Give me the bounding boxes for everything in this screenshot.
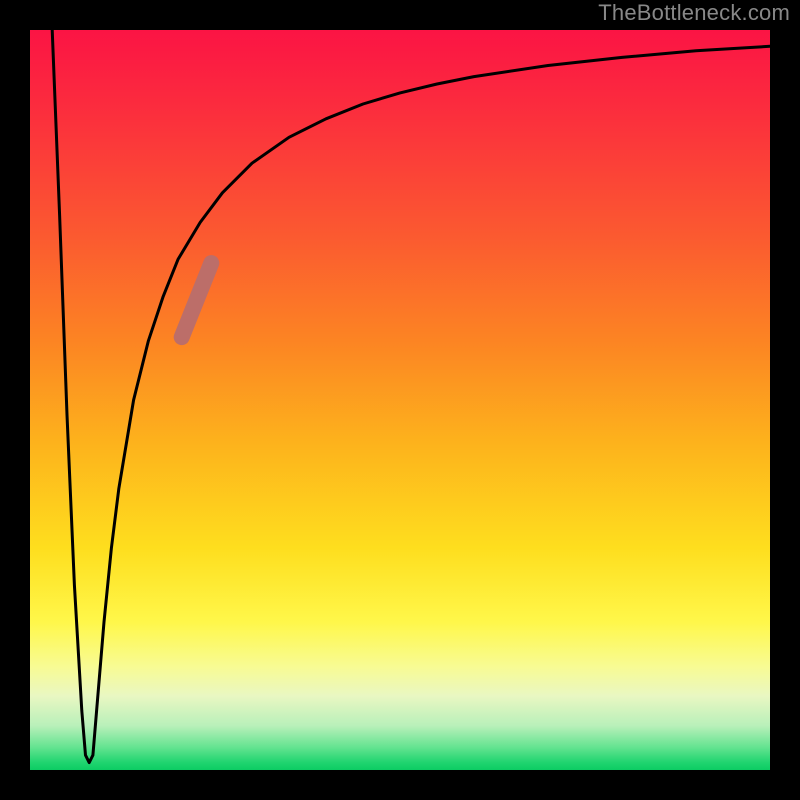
watermark-label: TheBottleneck.com (598, 0, 790, 26)
curve-layer (30, 30, 770, 770)
chart-container: TheBottleneck.com (0, 0, 800, 800)
plot-area (30, 30, 770, 770)
highlight-marker (182, 263, 212, 337)
bottleneck-curve (52, 30, 770, 763)
